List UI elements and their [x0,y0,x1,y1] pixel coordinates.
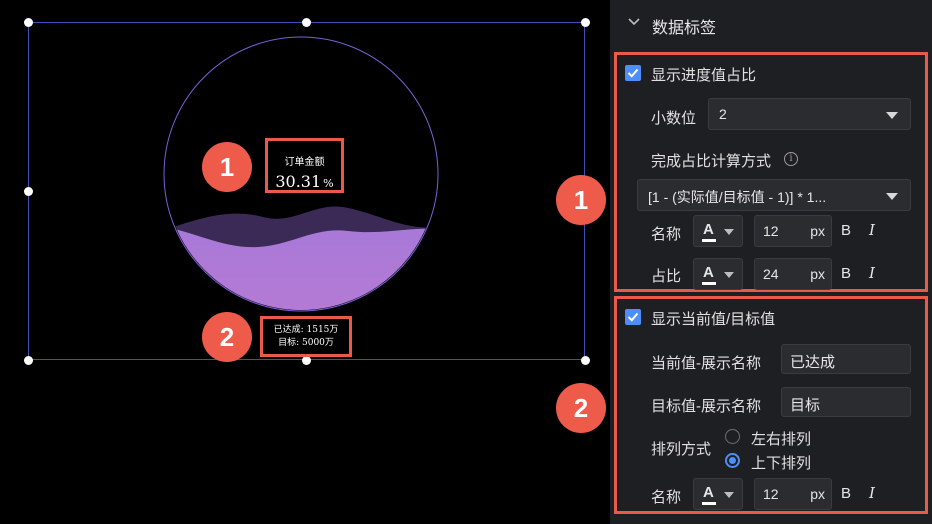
decimal-select[interactable]: 2 [708,98,911,130]
ratio-font-size-input[interactable]: 24 px [754,258,832,290]
font-color-icon: A [703,264,714,281]
current-name-input[interactable]: 已达成 [781,344,911,374]
progress-label-box[interactable]: 订单金额 30.31% [265,138,344,193]
show-current-target-checkbox[interactable] [625,309,641,325]
resize-handle-top-right[interactable] [581,18,590,27]
ratio-font-label: 占比 [651,268,682,285]
resize-handle-top-left[interactable] [24,18,33,27]
caret-down-icon [724,229,734,235]
caret-down-icon [886,112,898,119]
progress-name-text: 订单金额 [284,157,325,168]
current-target-box[interactable]: 已达成: 1515万 目标: 5000万 [260,316,352,357]
name-font-size-input[interactable]: 12 px [754,215,832,247]
target-name-value: 目标 [790,397,821,414]
current-name-value: 已达成 [790,354,836,371]
resize-handle-bottom-right[interactable] [581,356,590,365]
caret-down-icon [724,492,734,498]
design-canvas[interactable]: 订单金额 30.31% 已达成: 1515万 目标: 5000万 1 2 1 2 [0,0,610,524]
layout-label: 排列方式 [651,441,712,458]
ratio-font-color-picker[interactable]: A [693,258,743,290]
show-progress-checkbox[interactable] [625,65,641,81]
name-font-size-value: 12 [763,486,779,502]
target-name-label: 目标值-展示名称 [651,398,761,415]
check-icon [627,68,639,78]
target-name-input[interactable]: 目标 [781,387,911,417]
unit-label: px [810,266,825,282]
name-font-color-picker[interactable]: A [693,215,743,247]
chevron-down-icon[interactable] [627,14,641,28]
resize-handle-left[interactable] [24,187,33,196]
font-color-swatch [702,282,716,285]
section-title: 数据标签 [652,20,717,37]
name-font-color-picker[interactable]: A [693,478,743,510]
show-progress-label: 显示进度值占比 [651,67,757,84]
caret-down-icon [724,272,734,278]
font-color-icon: A [703,221,714,238]
name-font-size-input[interactable]: 12 px [754,478,832,510]
calc-method-value: [1 - (实际值/目标值 - 1)] * 1... [648,189,827,205]
layout-option-vertical[interactable]: 上下排列 [751,452,811,473]
check-icon [627,312,639,322]
resize-handle-bottom[interactable] [302,356,311,365]
unit-label: px [810,223,825,239]
callout-marker-2-panel: 2 [556,383,606,433]
layout-radio-vertical[interactable] [725,453,740,468]
ratio-font-size-value: 24 [763,266,779,282]
font-color-swatch [702,502,716,505]
italic-toggle[interactable]: I [869,484,875,502]
percent-value: 30.31 [275,172,322,191]
italic-toggle[interactable]: I [869,264,875,282]
font-color-icon: A [703,484,714,501]
calc-method-select[interactable]: [1 - (实际值/目标值 - 1)] * 1... [637,179,911,211]
resize-handle-top[interactable] [302,18,311,27]
bold-toggle[interactable]: B [841,265,851,282]
font-color-swatch [702,239,716,242]
show-current-target-label: 显示当前值/目标值 [651,311,776,328]
callout-marker-1-panel: 1 [556,175,606,225]
progress-ratio-group: 显示进度值占比 小数位 2 完成占比计算方式 i [1 - (实际值/目标值 -… [614,52,928,292]
callout-marker-1: 1 [202,142,252,192]
name-font-label: 名称 [651,226,682,243]
section-header-data-label[interactable]: 数据标签 [610,0,932,48]
decimal-value: 2 [719,106,727,122]
calc-method-label: 完成占比计算方式 [651,153,772,170]
bold-toggle[interactable]: B [841,485,851,502]
unit-label: px [810,486,825,502]
italic-toggle[interactable]: I [869,221,875,239]
current-value-text: 已达成: 1515万 [273,325,339,335]
name-font-size-value: 12 [763,223,779,239]
current-name-label: 当前值-展示名称 [651,355,761,372]
info-icon[interactable]: i [784,152,798,166]
decimal-label: 小数位 [651,110,697,127]
wave-front [165,227,437,310]
target-value-text: 目标: 5000万 [278,338,334,348]
layout-option-horizontal[interactable]: 左右排列 [751,428,811,449]
property-panel: 数据标签 显示进度值占比 小数位 2 完成占比计算方式 i [1 - (实际值/… [610,0,932,524]
layout-radio-horizontal[interactable] [725,429,740,444]
progress-percent-text: 30.31% [268,172,341,191]
caret-down-icon [886,193,898,200]
current-target-group: 显示当前值/目标值 当前值-展示名称 已达成 目标值-展示名称 目标 排列方式 … [614,296,928,514]
callout-marker-2: 2 [202,312,252,362]
name-font-label: 名称 [651,489,682,506]
resize-handle-bottom-left[interactable] [24,356,33,365]
percent-unit: % [323,177,334,190]
bold-toggle[interactable]: B [841,222,851,239]
